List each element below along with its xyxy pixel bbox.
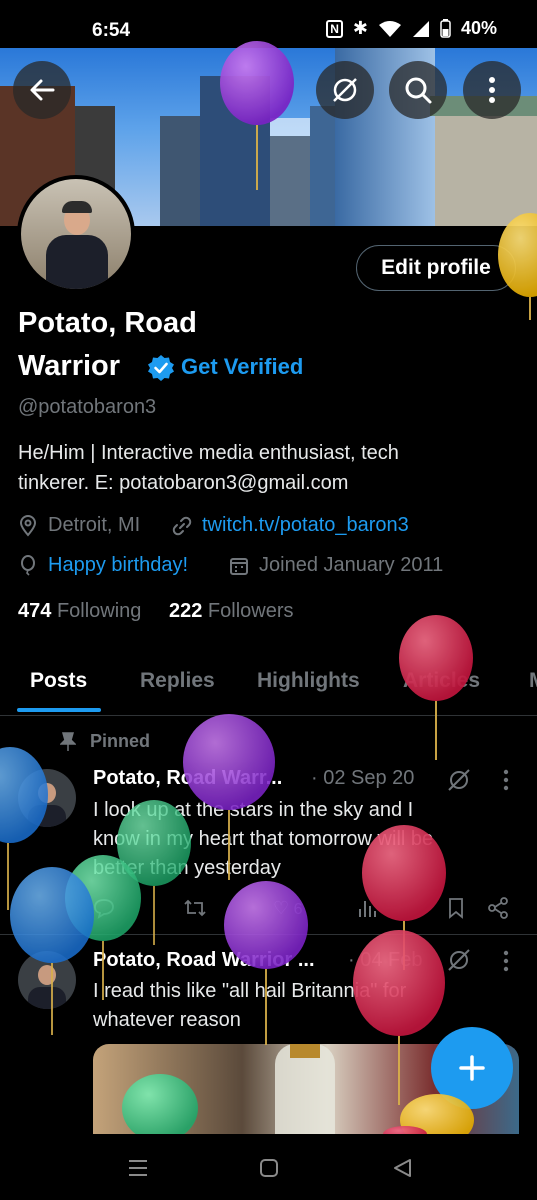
calendar-icon	[230, 557, 248, 575]
grok-icon	[333, 78, 357, 102]
battery-percent: 40%	[460, 18, 497, 38]
birthday-text[interactable]: Happy birthday!	[48, 554, 188, 577]
followers-label: Followers	[207, 600, 294, 622]
share-icon[interactable]	[487, 897, 509, 919]
more-vertical-icon	[489, 77, 495, 103]
profile-bio: He/Him | Interactive media enthusiast, t…	[18, 438, 498, 498]
like-icon: ♡	[273, 898, 290, 918]
status-bar: 6:54 N ✱ 40%	[0, 0, 537, 48]
like-count: 6	[293, 901, 303, 918]
post-text[interactable]: I look up at the stars in the sky and I …	[93, 796, 523, 883]
verified-badge-icon[interactable]	[147, 354, 175, 382]
building	[270, 136, 310, 226]
repost-icon[interactable]	[183, 897, 207, 919]
get-verified-link[interactable]: Get Verified	[181, 354, 303, 380]
home-icon[interactable]	[259, 1158, 279, 1178]
signal-icon	[412, 20, 429, 37]
display-name-line1: Potato, Road	[18, 307, 197, 339]
more-options-button[interactable]	[463, 61, 521, 119]
bio-line: tinkerer. E: potatobaron3@gmail.com	[18, 472, 349, 494]
website-link[interactable]: twitch.tv/potato_baron3	[202, 514, 409, 537]
compose-post-button[interactable]	[431, 1027, 513, 1109]
location-text: Detroit, MI	[48, 514, 141, 536]
post-text-line: know in my heart that tomorrow will be	[93, 828, 434, 850]
followers-count: 222	[168, 600, 203, 622]
bio-line: He/Him | Interactive media enthusiast, t…	[18, 442, 399, 464]
pin-icon	[60, 731, 76, 751]
back-arrow-icon	[30, 79, 55, 101]
post-text-line: I look up at the stars in the sky and I	[93, 799, 414, 821]
bookmark-icon[interactable]	[446, 897, 466, 919]
balloon-icon	[21, 554, 35, 576]
active-tab-indicator	[17, 708, 101, 712]
pinned-label-row: Pinned	[60, 731, 150, 752]
more-vertical-icon[interactable]	[502, 769, 510, 791]
building	[200, 76, 270, 226]
link-icon	[172, 516, 192, 535]
post-avatar[interactable]	[18, 769, 76, 827]
tab-highlights[interactable]: Highlights	[257, 669, 360, 693]
post-author[interactable]: Potato, Road Warrior ...	[93, 949, 315, 972]
followers-link[interactable]: 222 Followers	[169, 600, 294, 622]
bottle-cap	[290, 1044, 320, 1058]
post-date[interactable]: · 04 Feb	[348, 949, 422, 972]
nfc-icon: N	[326, 19, 343, 38]
following-count: 474	[18, 600, 52, 622]
like-button[interactable]: ♡ 6	[273, 898, 303, 919]
display-name-line2: Warrior	[18, 350, 121, 382]
post-text-line: better than yesterday	[93, 857, 281, 879]
website-row[interactable]: twitch.tv/potato_baron3	[172, 514, 409, 537]
search-button[interactable]	[389, 61, 447, 119]
battery-icon	[440, 19, 451, 38]
following-link[interactable]: 474 Following	[18, 600, 141, 622]
tab-posts[interactable]: Posts	[30, 669, 87, 693]
joined-row: Joined January 2011	[229, 554, 443, 577]
grok-button[interactable]	[316, 61, 374, 119]
post-avatar[interactable]	[18, 951, 76, 1009]
system-nav-bar	[0, 1134, 537, 1200]
avatar-cap	[62, 201, 92, 213]
post-divider	[0, 934, 537, 935]
recent-apps-icon[interactable]	[127, 1159, 149, 1177]
back-button[interactable]	[13, 61, 71, 119]
profile-handle: @potatobaron3	[18, 396, 157, 418]
status-icons: N ✱ 40%	[326, 18, 497, 39]
grok-icon[interactable]	[446, 947, 472, 973]
joined-text: Joined January 2011	[259, 554, 444, 576]
wifi-icon	[378, 20, 401, 37]
following-label: Following	[56, 600, 142, 622]
post-text[interactable]: I read this like "all hail Britannia" fo…	[93, 977, 523, 1035]
location-icon	[19, 514, 37, 537]
profile-avatar[interactable]	[17, 175, 135, 293]
tab-replies[interactable]: Replies	[140, 669, 215, 693]
building	[435, 116, 537, 226]
grok-icon[interactable]	[446, 767, 472, 793]
tab-articles[interactable]: Articles	[403, 669, 480, 693]
post-date[interactable]: · 02 Sep 20	[311, 767, 414, 790]
profile-tabs: Posts Replies Highlights Articles M	[0, 655, 537, 716]
search-icon	[405, 77, 432, 104]
pinned-label: Pinned	[90, 731, 151, 751]
reply-icon[interactable]	[93, 897, 115, 919]
more-vertical-icon[interactable]	[502, 950, 510, 972]
edit-profile-button[interactable]: Edit profile	[356, 245, 516, 291]
birthday-row: Happy birthday!	[18, 554, 188, 577]
compose-plus-icon	[459, 1055, 485, 1081]
avatar-shirt	[46, 235, 108, 289]
views-icon[interactable]	[357, 897, 379, 919]
tab-more[interactable]: M	[529, 669, 537, 693]
location-row: Detroit, MI	[18, 514, 140, 537]
post-author[interactable]: Potato, Road Warr...	[93, 767, 282, 790]
system-back-icon[interactable]	[392, 1158, 412, 1178]
post-text-line: I read this like "all hail Britannia" fo…	[93, 980, 407, 1002]
bluetooth-icon: ✱	[352, 18, 368, 38]
status-time: 6:54	[92, 20, 131, 41]
follow-stats: 474 Following 222 Followers	[18, 600, 294, 623]
